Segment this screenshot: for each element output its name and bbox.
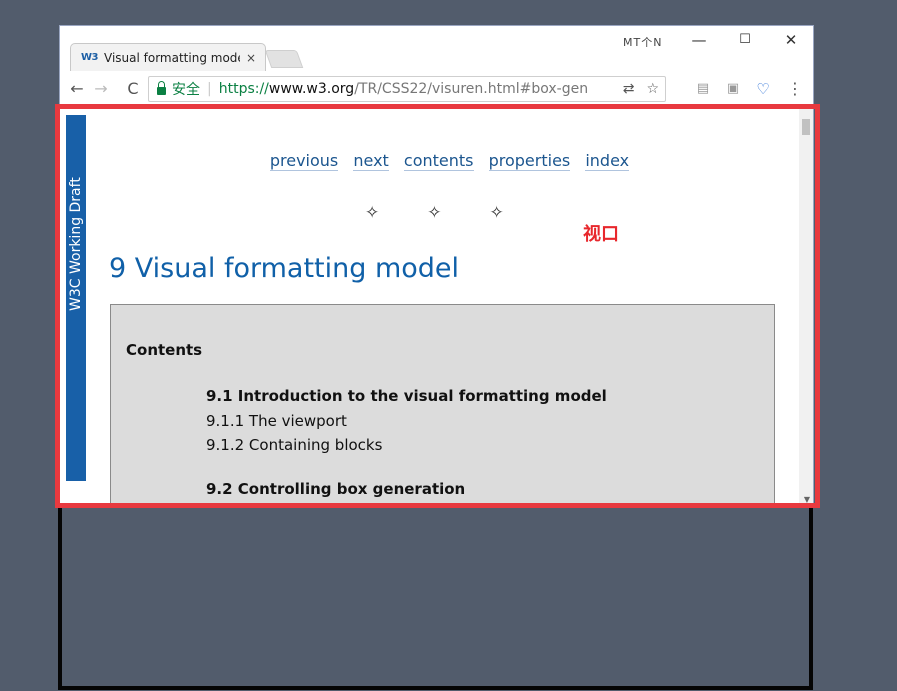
reader-extension-icon[interactable]: ▤ — [694, 80, 712, 98]
tab-close-icon[interactable]: × — [246, 51, 256, 65]
omnibox-separator: | — [207, 81, 212, 97]
close-window-button[interactable]: ✕ — [776, 30, 806, 50]
maximize-button[interactable]: ☐ — [730, 30, 760, 50]
url-scheme: https:// — [218, 81, 269, 97]
url-path: /TR/CSS22/visuren.html#box-gen — [354, 81, 589, 97]
forward-arrow-icon[interactable]: → — [90, 79, 112, 99]
browser-menu-icon[interactable]: ⋮ — [786, 80, 804, 98]
secure-label: 安全 — [172, 82, 200, 98]
url-host: www.w3.org — [268, 81, 355, 97]
back-arrow-icon[interactable]: ← — [66, 79, 88, 99]
shield-extension-icon[interactable]: ♡ — [754, 80, 772, 98]
bookmark-star-icon[interactable]: ☆ — [646, 81, 659, 97]
address-bar[interactable]: 安全 | https:// www.w3.org /TR/CSS22/visur… — [148, 76, 666, 102]
lock-icon — [157, 80, 166, 95]
viewport-outline — [55, 104, 820, 508]
viewport-label: 视口 — [583, 224, 619, 245]
screenshot-extension-icon[interactable]: ▣ — [724, 80, 742, 98]
active-tab[interactable]: W3 Visual formatting model × — [70, 43, 266, 71]
browser-toolbar: ← → C 安全 | https:// www.w3.org /TR/CSS22… — [60, 71, 813, 106]
title-bar: W3 Visual formatting model × MT个N — ☐ ✕ — [60, 26, 813, 71]
tab-title: Visual formatting model — [104, 50, 240, 65]
omnibox-icons: ⇄ ☆ — [623, 81, 659, 97]
extension-label: MT个N — [623, 36, 663, 49]
minimize-button[interactable]: — — [684, 30, 714, 50]
w3c-favicon-icon: W3 — [81, 52, 99, 63]
new-tab-button[interactable] — [264, 50, 304, 68]
reload-icon[interactable]: C — [122, 79, 144, 99]
translate-icon[interactable]: ⇄ — [623, 81, 635, 97]
